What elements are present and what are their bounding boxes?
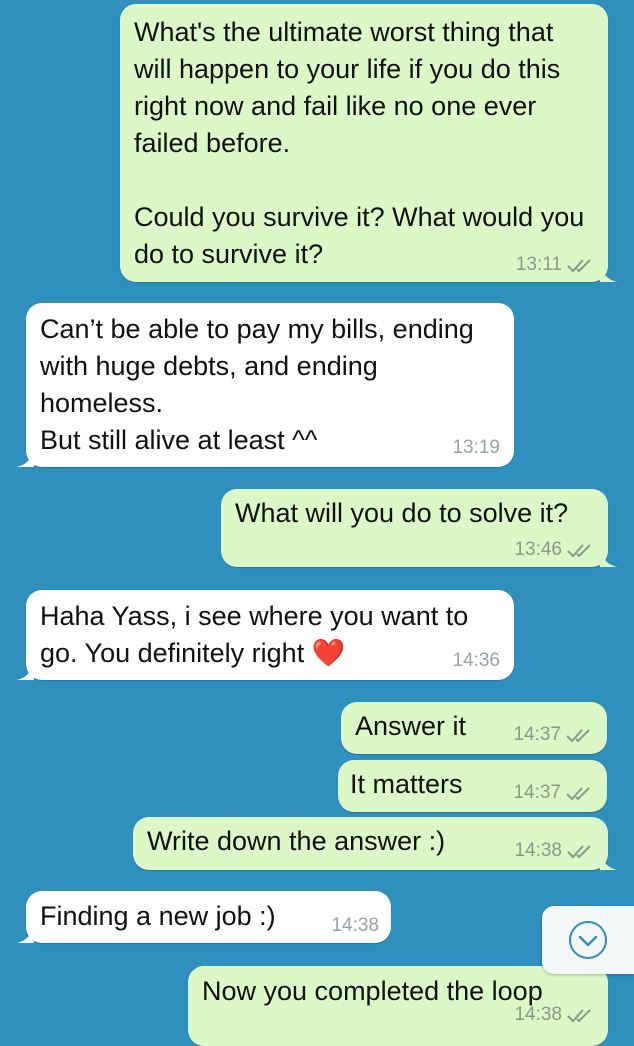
message-meta: 14:37 (513, 782, 593, 804)
message-time: 13:11 (515, 254, 562, 275)
message-meta: 13:19 (452, 437, 500, 459)
read-ticks-icon (566, 787, 590, 801)
message-meta: 14:37 (513, 724, 593, 746)
message-time: 14:37 (513, 724, 561, 745)
message-incoming[interactable]: Haha Yass, i see where you want to go. Y… (16, 590, 514, 680)
message-outgoing[interactable]: What's the ultimate worst thing that wil… (120, 4, 618, 282)
scroll-to-bottom-button[interactable] (542, 906, 634, 974)
message-time: 13:19 (452, 437, 500, 458)
read-ticks-icon (567, 259, 591, 273)
chevron-down-icon (569, 921, 607, 959)
bubble-tail (600, 852, 618, 870)
bubble-tail (16, 925, 34, 943)
message-meta: 14:38 (514, 840, 594, 862)
message-incoming[interactable]: Finding a new job :) 14:38 (16, 891, 391, 943)
bubble-tail (16, 449, 34, 467)
message-outgoing[interactable]: It matters 14:37 (338, 760, 607, 812)
message-meta: 14:38 (331, 915, 379, 937)
bubble-tail (600, 549, 618, 567)
message-time: 13:46 (514, 539, 562, 560)
bubble-tail (600, 264, 618, 282)
read-ticks-icon (566, 729, 590, 743)
message-outgoing[interactable]: What will you do to solve it? 13:46 (221, 489, 618, 567)
message-time: 14:37 (513, 782, 561, 803)
message-meta: 14:36 (452, 650, 500, 672)
message-meta: 13:46 (514, 539, 594, 561)
chat-view[interactable]: What's the ultimate worst thing that wil… (0, 0, 634, 1046)
message-text: Can’t be able to pay my bills, ending wi… (40, 314, 474, 455)
message-text: Haha Yass, i see where you want to go. Y… (40, 601, 476, 668)
message-text: What will you do to solve it? (235, 498, 569, 528)
read-ticks-icon (567, 544, 591, 558)
message-outgoing[interactable]: Answer it 14:37 (341, 702, 607, 754)
message-incoming[interactable]: Can’t be able to pay my bills, ending wi… (16, 303, 514, 467)
message-outgoing[interactable]: Write down the answer :) 14:38 (133, 817, 618, 870)
message-time: 14:38 (514, 840, 562, 861)
bubble-tail (16, 662, 34, 680)
read-ticks-icon (567, 1009, 591, 1023)
message-text: What's the ultimate worst thing that wil… (134, 17, 585, 269)
message-text: Finding a new job :) (40, 901, 276, 931)
message-meta: 13:11 (516, 254, 594, 276)
read-ticks-icon (567, 845, 591, 859)
message-time: 14:36 (452, 650, 500, 671)
message-outgoing[interactable]: Now you completed the loop 14:38 (188, 966, 608, 1046)
message-time: 14:38 (514, 1004, 562, 1025)
message-time: 14:38 (331, 915, 379, 936)
message-meta: 14:38 (514, 1004, 594, 1026)
